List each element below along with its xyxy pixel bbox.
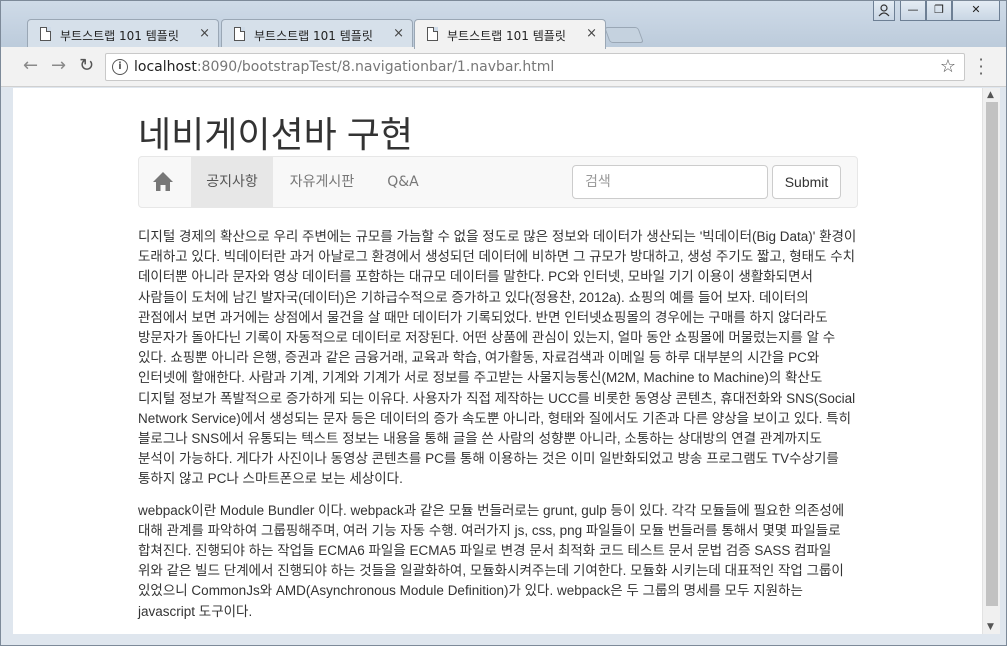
nav-item-notice[interactable]: 공지사항 [191,157,273,207]
browser-tab-1[interactable]: 부트스트랩 101 템플릿 × [27,19,219,49]
page-icon [40,27,51,41]
tab-close-icon[interactable]: × [393,26,404,41]
scroll-up-icon[interactable]: ▲ [987,90,994,100]
tab-title: 부트스트랩 101 템플릿 [60,29,179,43]
vertical-scrollbar[interactable]: ▲ ▼ [982,88,1000,634]
tab-title: 부트스트랩 101 템플릿 [254,29,373,43]
page-container: 네비게이션바 구현 공지사항 자유게시판 Q&A Submit 디지털 경제의 … [138,88,858,622]
home-button[interactable] [139,157,187,207]
address-bar[interactable]: i localhost:8090/bootstrapTest/8.navigat… [105,53,965,81]
search-input[interactable] [572,165,768,199]
browser-menu-icon[interactable]: · · · [976,52,986,82]
scroll-down-icon[interactable]: ▼ [987,622,994,632]
info-icon[interactable]: i [112,59,128,75]
page-icon [234,27,245,41]
new-tab-button[interactable] [604,27,644,43]
back-icon[interactable]: ← [23,56,38,76]
page-viewport: 네비게이션바 구현 공지사항 자유게시판 Q&A Submit 디지털 경제의 … [13,88,982,634]
tab-strip: 부트스트랩 101 템플릿 × 부트스트랩 101 템플릿 × 부트스트랩 10… [1,1,1006,49]
browser-toolbar: ← → ↻ i localhost:8090/bootstrapTest/8.n… [1,47,1006,87]
bookmark-star-icon[interactable]: ☆ [940,56,956,77]
page-icon [427,27,438,41]
browser-tab-3-active[interactable]: 부트스트랩 101 템플릿 × [414,19,606,49]
submit-button[interactable]: Submit [772,165,841,199]
home-icon [153,172,173,191]
restore-button[interactable]: ❐ [926,1,952,21]
navbar: 공지사항 자유게시판 Q&A Submit [138,156,858,208]
minimize-button[interactable]: — [900,1,926,21]
page-title: 네비게이션바 구현 [138,114,413,155]
nav-item-free-board[interactable]: 자유게시판 [275,157,369,207]
url-path: :8090/bootstrapTest/8.navigationbar/1.na… [196,59,555,75]
url-text[interactable]: localhost:8090/bootstrapTest/8.navigatio… [134,59,554,75]
tab-title: 부트스트랩 101 템플릿 [447,29,566,43]
scrollbar-thumb[interactable] [986,102,998,606]
browser-tab-2[interactable]: 부트스트랩 101 템플릿 × [221,19,413,49]
forward-icon[interactable]: → [51,56,66,76]
tab-close-icon[interactable]: × [586,26,597,41]
reload-icon[interactable]: ↻ [79,56,94,76]
paragraph-webpack: webpack이란 Module Bundler 이다. webpack과 같은… [138,502,845,619]
user-icon[interactable] [873,1,895,21]
url-host: localhost [134,59,197,75]
browser-window: 부트스트랩 101 템플릿 × 부트스트랩 101 템플릿 × 부트스트랩 10… [0,0,1007,646]
tab-close-icon[interactable]: × [199,26,210,41]
paragraph-bigdata: 디지털 경제의 확산으로 우리 주변에는 규모를 가늠할 수 없을 정도로 많은… [138,229,857,487]
nav-item-qna[interactable]: Q&A [371,157,435,207]
close-window-button[interactable]: ✕ [952,1,1000,21]
